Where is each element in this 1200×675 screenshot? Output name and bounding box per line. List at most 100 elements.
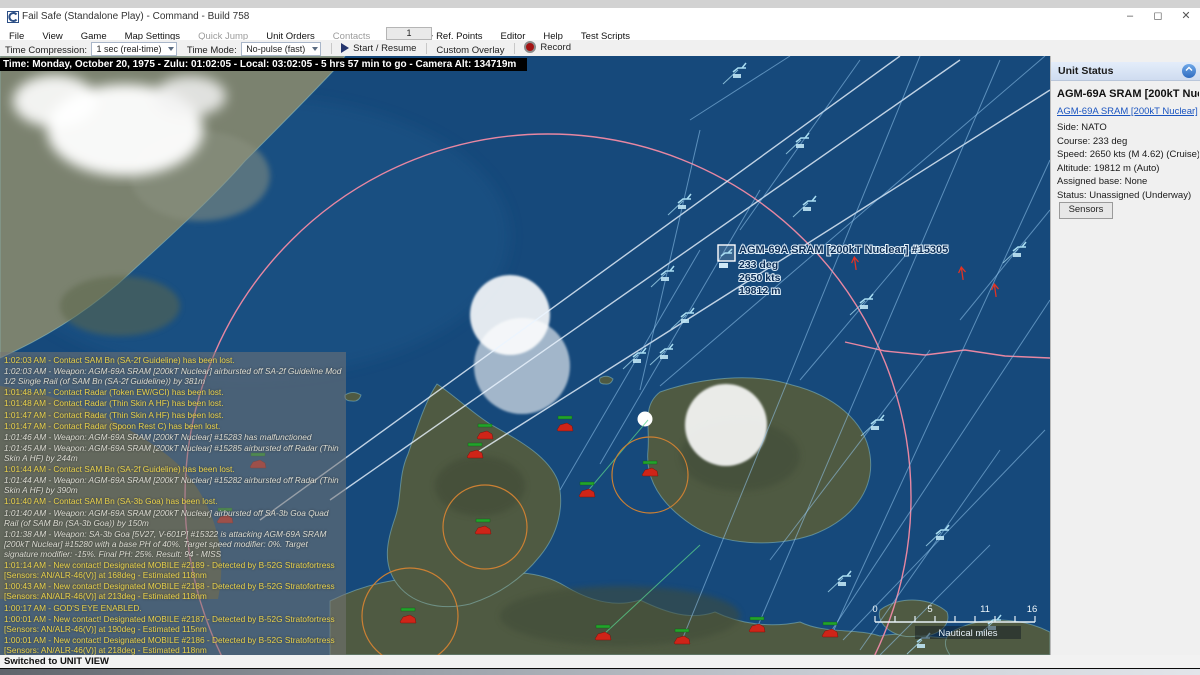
window-title: Fail Safe (Standalone Play) - Command - … bbox=[22, 11, 249, 22]
sensors-button[interactable]: Sensors bbox=[1059, 202, 1113, 219]
health-bar bbox=[401, 608, 415, 611]
record-label: Record bbox=[540, 42, 571, 53]
collapse-icon[interactable] bbox=[1182, 64, 1196, 78]
chevron-down-icon bbox=[168, 47, 174, 51]
alt-chip bbox=[917, 644, 925, 648]
log-entry: 1:01:40 AM - Contact SAM Bn (SA-3b Goa) … bbox=[4, 496, 342, 506]
selected-unit-label: 233 deg bbox=[739, 259, 778, 271]
alt-chip bbox=[660, 355, 668, 359]
field-altitude-: Altitude: 19812 m (Auto) bbox=[1057, 163, 1199, 174]
start-resume-button[interactable]: Start / Resume bbox=[341, 43, 416, 54]
log-entry: 1:00:17 AM - GOD'S EYE ENABLED. bbox=[4, 603, 342, 613]
scale-tick-label: 0 bbox=[872, 604, 877, 615]
custom-overlay-label: Custom Overlay bbox=[436, 45, 504, 56]
health-bar bbox=[596, 625, 610, 628]
health-bar bbox=[478, 424, 492, 427]
unit-heading: AGM-69A SRAM [200kT Nuclear] #15305 bbox=[1057, 88, 1199, 100]
health-bar bbox=[468, 443, 482, 446]
record-button[interactable]: Record bbox=[524, 41, 571, 53]
health-bar bbox=[643, 461, 657, 464]
scale-tick-label: 5 bbox=[927, 604, 932, 615]
field-status-: Status: Unassigned (Underway) bbox=[1057, 190, 1199, 201]
message-log: 1:02:03 AM - Contact SAM Bn (SA-2f Guide… bbox=[0, 352, 346, 655]
selected-unit-label: 19812 m bbox=[739, 285, 780, 297]
chevron-down-icon bbox=[312, 47, 318, 51]
toolbar-separator bbox=[514, 43, 515, 54]
log-entry: 1:01:44 AM - Weapon: AGM-69A SRAM [200kT… bbox=[4, 475, 342, 495]
play-icon bbox=[341, 43, 349, 53]
toolbar: Time Compression: 1 sec (real-time) Time… bbox=[0, 40, 1200, 57]
log-entry: 1:01:48 AM - Contact Radar (Thin Skin A … bbox=[4, 398, 342, 408]
log-entry: 1:01:48 AM - Contact Radar (Token EW/GCI… bbox=[4, 387, 342, 397]
unit-status-panel: Unit Status AGM-69A SRAM [200kT Nuclear]… bbox=[1050, 56, 1200, 655]
status-bar: Switched to UNIT VIEW bbox=[0, 655, 1200, 668]
time-mode-label: Time Mode: bbox=[187, 45, 237, 56]
desktop-strip bbox=[0, 0, 1200, 8]
log-entry: 1:00:43 AM - New contact! Designated MOB… bbox=[4, 581, 342, 601]
toolbar-separator bbox=[331, 43, 332, 54]
log-entry: 1:01:40 AM - Weapon: AGM-69A SRAM [200kT… bbox=[4, 508, 342, 528]
alt-chip bbox=[1013, 253, 1021, 257]
app-icon bbox=[7, 11, 19, 23]
test-scripts-count-badge[interactable]: 1 bbox=[386, 27, 432, 40]
panel-title: Unit Status bbox=[1058, 65, 1113, 77]
alt-chip bbox=[633, 359, 641, 363]
alt-chip bbox=[719, 263, 728, 268]
bottom-edge bbox=[0, 668, 1200, 675]
nuclear-blast-circle bbox=[685, 384, 767, 466]
alt-chip bbox=[936, 536, 944, 540]
alt-chip bbox=[796, 144, 804, 148]
time-compression-value: 1 sec (real-time) bbox=[96, 44, 161, 54]
start-resume-label: Start / Resume bbox=[353, 43, 416, 54]
log-entry: 1:01:47 AM - Contact Radar (Spoon Rest C… bbox=[4, 421, 342, 431]
menu-bar: FileViewGameMap SettingsQuick JumpUnit O… bbox=[0, 26, 1200, 40]
log-entry: 1:01:14 AM - New contact! Designated MOB… bbox=[4, 560, 342, 580]
alt-chip bbox=[678, 205, 686, 209]
log-entry: 1:01:44 AM - Contact SAM Bn (SA-2f Guide… bbox=[4, 464, 342, 474]
health-bar bbox=[558, 416, 572, 419]
scale-tick-label: 11 bbox=[980, 604, 990, 615]
alt-chip bbox=[733, 74, 741, 78]
alt-chip bbox=[681, 319, 689, 323]
log-entry: 1:00:01 AM - New contact! Designated MOB… bbox=[4, 635, 342, 655]
unit-status-header: Unit Status bbox=[1051, 62, 1200, 81]
alt-chip bbox=[661, 277, 669, 281]
health-bar bbox=[476, 519, 490, 522]
health-bar bbox=[580, 482, 594, 485]
minimize-icon[interactable]: – bbox=[1116, 9, 1144, 25]
record-icon bbox=[524, 41, 536, 53]
alt-chip bbox=[803, 207, 811, 211]
field-side-: Side: NATO bbox=[1057, 122, 1199, 133]
unit-link[interactable]: AGM-69A SRAM [200kT Nuclear] bbox=[1057, 106, 1199, 117]
log-entry: 1:00:01 AM - New contact! Designated MOB… bbox=[4, 614, 342, 634]
scale-tick-label: 16 bbox=[1027, 604, 1038, 615]
log-entry: 1:02:03 AM - Weapon: AGM-69A SRAM [200kT… bbox=[4, 366, 342, 386]
scale-unit-label: Nautical miles bbox=[938, 628, 997, 639]
toolbar-separator bbox=[426, 43, 427, 54]
health-bar bbox=[675, 629, 689, 632]
maximize-icon[interactable]: ◻ bbox=[1144, 9, 1172, 25]
custom-overlay-button[interactable]: Custom Overlay bbox=[436, 45, 504, 56]
health-bar bbox=[823, 622, 837, 625]
islet-1 bbox=[345, 393, 361, 402]
field-speed-: Speed: 2650 kts (M 4.62) (Cruise) (Auto) bbox=[1057, 149, 1199, 160]
time-compression-select[interactable]: 1 sec (real-time) bbox=[91, 42, 177, 56]
close-icon[interactable]: ✕ bbox=[1172, 9, 1200, 25]
time-mode-value: No-pulse (fast) bbox=[246, 44, 305, 54]
field-course-: Course: 233 deg bbox=[1057, 136, 1199, 147]
sim-time-bar: Time: Monday, October 20, 1975 - Zulu: 0… bbox=[0, 58, 527, 71]
time-mode-select[interactable]: No-pulse (fast) bbox=[241, 42, 321, 56]
log-entry: 1:02:03 AM - Contact SAM Bn (SA-2f Guide… bbox=[4, 355, 342, 365]
health-bar bbox=[750, 617, 764, 620]
field-assigned-base-: Assigned base: None bbox=[1057, 176, 1199, 187]
alt-chip bbox=[838, 582, 846, 586]
log-entry: 1:01:45 AM - Weapon: AGM-69A SRAM [200kT… bbox=[4, 443, 342, 463]
selected-unit-label: AGM-69A SRAM [200kT Nuclear] #15305 bbox=[739, 244, 948, 256]
title-bar: Fail Safe (Standalone Play) - Command - … bbox=[0, 8, 1200, 26]
log-entry: 1:01:38 AM - Weapon: SA-3b Goa [5V27, V-… bbox=[4, 529, 342, 559]
alt-chip bbox=[860, 305, 868, 309]
selected-unit-label: 2650 kts bbox=[739, 272, 781, 284]
log-entry: 1:01:46 AM - Weapon: AGM-69A SRAM [200kT… bbox=[4, 432, 342, 442]
alt-chip bbox=[871, 426, 879, 430]
log-entry: 1:01:47 AM - Contact Radar (Thin Skin A … bbox=[4, 410, 342, 420]
